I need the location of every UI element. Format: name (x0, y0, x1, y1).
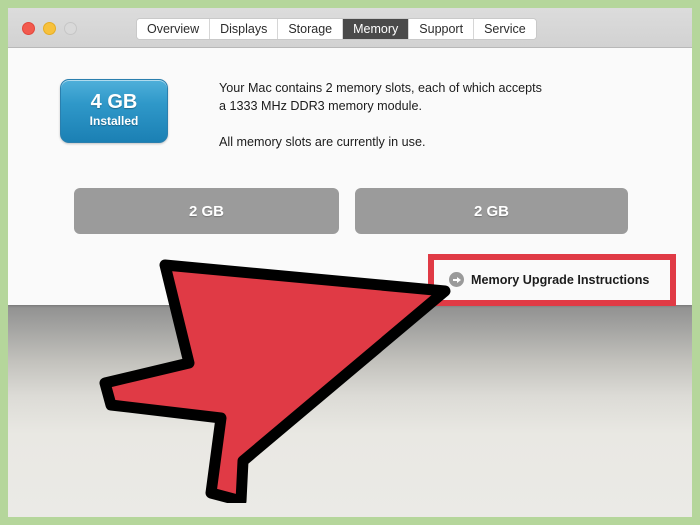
tab-bar: Overview Displays Storage Memory Support… (136, 18, 537, 40)
memory-description-line-2: a 1333 MHz DDR3 memory module. (219, 99, 422, 113)
memory-description: Your Mac contains 2 memory slots, each o… (219, 79, 619, 151)
tab-service[interactable]: Service (474, 19, 536, 39)
tab-support[interactable]: Support (409, 19, 475, 39)
memory-description-line-1: Your Mac contains 2 memory slots, each o… (219, 81, 542, 95)
window-titlebar: Overview Displays Storage Memory Support… (8, 8, 692, 48)
memory-description-line-3: All memory slots are currently in use. (219, 135, 426, 149)
tab-storage[interactable]: Storage (278, 19, 344, 39)
highlight-rectangle (428, 254, 676, 306)
installed-memory-badge: 4 GB Installed (60, 79, 168, 143)
minimize-button[interactable] (43, 22, 56, 35)
close-button[interactable] (22, 22, 35, 35)
desktop-background (8, 304, 692, 517)
tab-memory[interactable]: Memory (343, 19, 410, 39)
memory-slot-bar: 2 GB (74, 188, 339, 234)
tab-overview[interactable]: Overview (137, 19, 211, 39)
tab-displays[interactable]: Displays (210, 19, 279, 39)
page-frame: Overview Displays Storage Memory Support… (0, 0, 700, 525)
page-inner: Overview Displays Storage Memory Support… (8, 8, 692, 517)
installed-memory-amount: 4 GB (90, 91, 138, 113)
memory-slot-bar: 2 GB (355, 188, 628, 234)
installed-memory-state: Installed (89, 114, 139, 128)
zoom-button[interactable] (64, 22, 77, 35)
